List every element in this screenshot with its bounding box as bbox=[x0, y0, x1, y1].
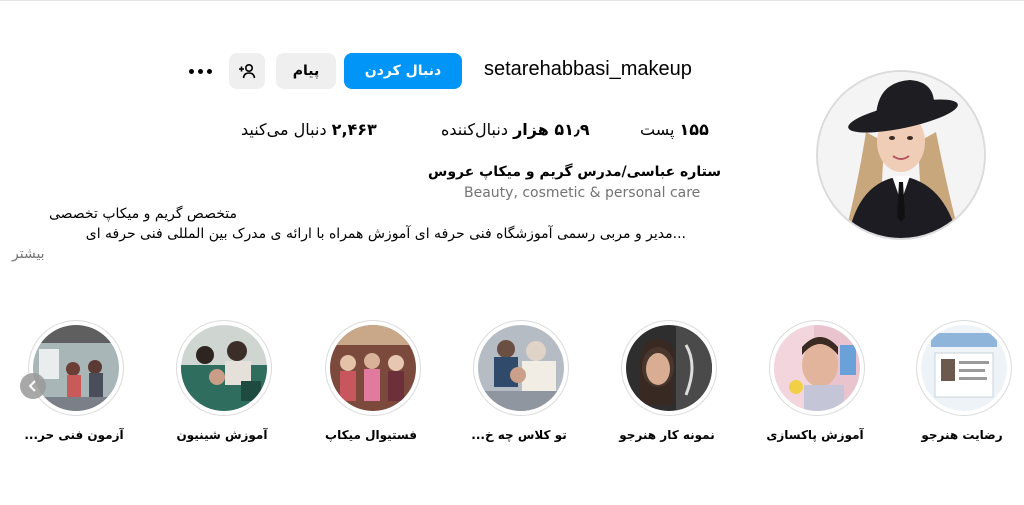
bio-line-2: ...مدیر و مربی رسمی آموزشگاه فنی حرفه ای… bbox=[85, 226, 686, 242]
profile-category: Beauty, cosmetic & personal care bbox=[464, 185, 701, 201]
highlight-label: آموزش شینیون bbox=[176, 428, 268, 442]
highlight-label: رضایت هنرجو bbox=[921, 428, 1003, 442]
posts-count: ۱۵۵ پست bbox=[640, 120, 709, 139]
followers-count-label: دنبال‌کننده bbox=[441, 120, 508, 139]
highlight-item[interactable]: نمونه کار هنرجو bbox=[607, 320, 727, 450]
profile-username: setarehabbasi_makeup bbox=[484, 58, 692, 80]
chevron-left-icon bbox=[28, 380, 36, 392]
posts-count-value: ۱۵۵ bbox=[679, 120, 709, 139]
bio-more-link[interactable]: بیشتر bbox=[12, 246, 45, 262]
followers-count[interactable]: ۵۱٫۹ هزار دنبال‌کننده bbox=[441, 120, 590, 139]
message-button[interactable]: پیام bbox=[276, 53, 336, 89]
highlight-item[interactable]: رضایت هنرجو bbox=[902, 320, 1022, 450]
highlight-label: آموزش پاکسازی bbox=[766, 428, 864, 442]
highlight-item[interactable]: آموزش شینیون bbox=[162, 320, 282, 450]
highlight-cover bbox=[774, 325, 860, 411]
following-count-label: دنبال می‌کنید bbox=[241, 120, 327, 139]
posts-count-label: پست bbox=[640, 120, 675, 139]
highlight-item[interactable]: آموزش پاکسازی bbox=[755, 320, 875, 450]
highlight-label: تو کلاس چه خ... bbox=[471, 428, 567, 442]
top-divider bbox=[0, 0, 1024, 1]
highlight-label: نمونه کار هنرجو bbox=[619, 428, 715, 442]
followers-count-value: ۵۱٫۹ هزار bbox=[513, 120, 590, 139]
highlight-cover bbox=[626, 325, 712, 411]
highlight-item[interactable]: تو کلاس چه خ... bbox=[459, 320, 579, 450]
profile-full-name: ستاره عباسی/مدرس گریم و میکاپ عروس bbox=[428, 164, 722, 180]
highlight-label: آزمون فنی حر... bbox=[24, 428, 124, 442]
bio-line-1: متخصص گریم و میکاپ تخصصی bbox=[48, 206, 237, 222]
highlight-cover bbox=[921, 325, 1007, 411]
suggest-accounts-button[interactable] bbox=[229, 53, 265, 89]
following-count[interactable]: ۲,۴۶۳ دنبال می‌کنید bbox=[241, 120, 377, 139]
highlight-item[interactable]: فستیوال میکاپ bbox=[311, 320, 431, 450]
follow-button[interactable]: دنبال کردن bbox=[344, 53, 462, 89]
highlight-cover bbox=[181, 325, 267, 411]
highlight-cover bbox=[478, 325, 564, 411]
highlight-label: فستیوال میکاپ bbox=[325, 428, 417, 442]
highlight-cover bbox=[33, 325, 119, 411]
highlight-cover bbox=[330, 325, 416, 411]
person-add-icon bbox=[239, 63, 256, 79]
profile-avatar[interactable] bbox=[818, 72, 984, 238]
following-count-value: ۲,۴۶۳ bbox=[331, 120, 377, 139]
avatar-image bbox=[818, 72, 984, 238]
highlights-scroll-left-button[interactable] bbox=[20, 373, 46, 399]
more-options-button[interactable] bbox=[186, 58, 216, 84]
